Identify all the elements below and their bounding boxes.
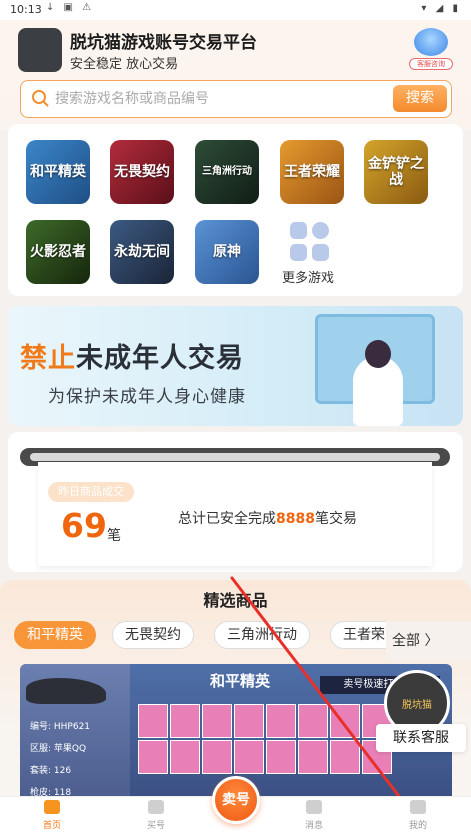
tab-sanjiaozhou[interactable]: 三角洲行动 [214,621,310,649]
yesterday-tag: 昨日商品成交 [48,482,134,502]
trade-stats-card: 昨日商品成交 69 笔 总计已安全完成8888笔交易 [8,432,463,572]
app-logo [18,28,62,72]
banner-title: 禁止未成年人交易 [20,343,244,374]
gamepad-icon [148,800,164,814]
tab-buy[interactable]: 买号 [126,800,186,831]
tab-wuwei[interactable]: 无畏契约 [112,621,194,649]
search-icon [32,90,49,107]
tab-heping[interactable]: 和平精英 [14,621,96,649]
app-title: 脱坑猫游戏账号交易平台 [70,33,257,53]
featured-title: 精选商品 [203,591,268,610]
customer-service-label: 客服咨询 [409,58,453,70]
game-icon: 无畏契约 [110,140,174,204]
game-item-sanjiaozhou[interactable]: 三角洲行动 [195,140,263,204]
game-icon: 原神 [195,220,259,284]
game-item-heping[interactable]: 和平精英 [26,140,94,204]
tab-message[interactable]: 消息 [284,800,344,831]
total-trades: 总计已安全完成8888笔交易 [178,511,357,527]
game-item-yongjie[interactable]: 永劫无间 [110,220,178,284]
game-item-huoying[interactable]: 火影忍者 [26,220,94,284]
game-icon: 王者荣耀 [280,140,344,204]
header: 脱坑猫游戏账号交易平台 安全稳定 放心交易 客服咨询 搜索 [0,20,471,130]
all-games-link[interactable]: 全部 〉 [386,621,471,661]
product-game-title: 和平精英 [210,672,271,690]
search-bar: 搜索 [20,80,452,118]
more-games-label: 更多游戏 [282,271,335,286]
system-icons: ▾ ◢ ▮ [421,3,461,14]
game-item-jinchanchan[interactable]: 金铲铲之战 [364,140,432,204]
game-item-yuanshen[interactable]: 原神 [195,220,263,284]
robot-icon [414,28,448,56]
notification-icons: ↓ ▣ ⚠ [46,2,95,13]
printer-slot-inner [30,453,440,461]
sell-button[interactable]: 卖号 [212,776,260,824]
contact-cs-button[interactable]: 联系客服 [376,724,466,752]
game-icon: 和平精英 [26,140,90,204]
game-item-wangzhe[interactable]: 王者荣耀 [280,140,348,204]
game-item-wuwei[interactable]: 无畏契约 [110,140,178,204]
game-icon: 永劫无间 [110,220,174,284]
product-info: 编号: HHP621 区服: 苹果QQ 套装: 126 枪皮: 118 [30,722,91,798]
status-time: 10:13 [10,3,42,16]
game-icon: 火影忍者 [26,220,90,284]
tab-home[interactable]: 首页 [22,800,82,831]
game-grid: 和平精英 无畏契约 三角洲行动 王者荣耀 金铲铲之战 火影忍者 永劫无间 原神 … [8,124,463,296]
game-icon: 金铲铲之战 [364,140,428,204]
banner-subtitle: 为保护未成年人身心健康 [48,387,246,407]
search-input[interactable] [55,87,375,111]
status-bar: 10:13 ↓ ▣ ⚠ ▾ ◢ ▮ [0,0,471,20]
banner-person-head [365,340,391,368]
yesterday-unit: 笔 [107,528,121,544]
customer-service-button[interactable]: 客服咨询 [409,28,453,72]
tab-mine[interactable]: 我的 [388,800,448,831]
game-icon: 三角洲行动 [195,140,259,204]
minor-protection-banner[interactable]: 禁止未成年人交易 为保护未成年人身心健康 [8,306,463,426]
chat-icon [306,800,322,814]
total-trades-value: 8888 [276,511,315,527]
home-icon [44,800,60,814]
app-subtitle: 安全稳定 放心交易 [70,57,179,72]
search-button[interactable]: 搜索 [393,85,447,112]
user-icon [410,800,426,814]
yesterday-count: 69 [61,506,107,545]
